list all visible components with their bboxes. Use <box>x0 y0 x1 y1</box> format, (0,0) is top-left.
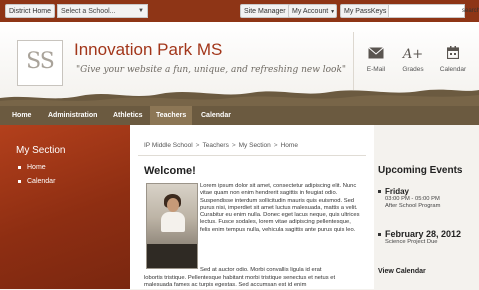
teacher-photo <box>146 183 198 269</box>
district-home-button[interactable]: District Home <box>5 4 56 18</box>
nav-administration[interactable]: Administration <box>48 106 97 125</box>
breadcrumb-current: Home <box>280 142 298 149</box>
nav-teachers[interactable]: Teachers <box>150 106 193 125</box>
nav-calendar[interactable]: Calendar <box>201 106 231 125</box>
decorative-swirl <box>0 89 479 106</box>
school-select-value: Select a School... <box>61 8 116 15</box>
events-panel: Upcoming Events Friday 03:00 PM - 05:00 … <box>374 125 479 289</box>
sidebar-item-label: Home <box>27 164 46 171</box>
breadcrumb-item[interactable]: My Section <box>239 142 271 149</box>
school-logo[interactable]: SS <box>17 40 63 86</box>
grades-link[interactable]: A+ Grades <box>393 46 433 73</box>
school-select[interactable]: Select a School... ▼ <box>57 4 148 18</box>
sidebar-item-calendar[interactable]: Calendar <box>18 178 55 185</box>
search-input[interactable] <box>388 4 465 18</box>
bullet-icon <box>378 233 381 237</box>
breadcrumb: IP Middle School > Teachers > My Section > Hom… <box>144 142 298 149</box>
my-account-label: My Account <box>292 8 329 15</box>
nav-athletics[interactable]: Athletics <box>113 106 143 125</box>
mail-icon <box>356 46 396 64</box>
main-content: IP Middle School > Teachers > My Section > Hom… <box>130 125 374 289</box>
top-utility-bar: District Home Select a School... ▼ Site … <box>0 0 479 22</box>
chevron-down-icon: ▼ <box>330 9 336 15</box>
sidebar-item-label: Calendar <box>27 178 56 185</box>
divider <box>138 155 366 156</box>
sidebar-title: My Section <box>16 145 66 156</box>
page-heading: Welcome! <box>144 165 196 177</box>
grades-icon: A+ <box>402 47 424 62</box>
breadcrumb-separator: > <box>273 142 278 149</box>
site-header: SS Innovation Park MS "Give your website… <box>0 22 479 106</box>
photo-detail <box>167 198 179 212</box>
events-title: Upcoming Events <box>378 165 463 176</box>
main-nav: Home Administration Athletics Teachers C… <box>0 106 479 125</box>
school-name[interactable]: Innovation Park MS <box>74 40 222 60</box>
search-button[interactable]: search <box>462 4 479 18</box>
bullet-icon <box>378 190 381 194</box>
welcome-paragraph-2-start: Sed at auctor odio. Morbi convallis ligu… <box>200 267 322 273</box>
event-heading: Friday <box>378 187 478 196</box>
event-name: After School Program <box>385 203 441 209</box>
tagline: "Give your website a fun, unique, and re… <box>76 65 347 75</box>
breadcrumb-item[interactable]: IP Middle School <box>144 142 193 149</box>
event-time: 03:00 PM - 05:00 PM <box>385 196 440 202</box>
calendar-label: Calendar <box>439 66 467 73</box>
event-item[interactable]: Friday 03:00 PM - 05:00 PM After School … <box>378 187 478 210</box>
nav-home[interactable]: Home <box>12 106 31 125</box>
bullet-icon <box>18 179 21 183</box>
logo-initials: SS <box>26 49 55 74</box>
view-calendar-link[interactable]: View Calendar <box>378 268 426 275</box>
bullet-icon <box>18 165 21 169</box>
section-sidebar: My Section Home Calendar <box>0 125 130 289</box>
welcome-paragraph-2: lobortis tristique. Pellentesque habitan… <box>144 275 336 289</box>
breadcrumb-separator: > <box>195 142 200 149</box>
photo-detail <box>147 244 197 268</box>
welcome-paragraph: Lorem ipsum dolor sit amet, consectetur … <box>200 183 360 233</box>
breadcrumb-item[interactable]: Teachers <box>202 142 228 149</box>
header-divider <box>353 32 354 90</box>
email-label: E-Mail <box>366 66 386 73</box>
photo-detail <box>161 212 185 232</box>
my-passkeys-button[interactable]: My PassKeys <box>340 4 391 18</box>
my-account-button[interactable]: My Account ▼ <box>288 4 337 18</box>
grades-label: Grades <box>402 66 424 73</box>
email-link[interactable]: E-Mail <box>356 46 396 73</box>
site-manager-button[interactable]: Site Manager <box>240 4 290 18</box>
calendar-icon <box>433 46 473 64</box>
calendar-link[interactable]: Calendar <box>433 46 473 73</box>
chevron-down-icon: ▼ <box>138 8 144 14</box>
event-item[interactable]: February 28, 2012 Science Project Due <box>378 229 478 246</box>
event-name: Science Project Due <box>385 239 438 245</box>
event-heading: February 28, 2012 <box>378 229 478 239</box>
sidebar-item-home[interactable]: Home <box>18 164 46 171</box>
breadcrumb-separator: > <box>231 142 236 149</box>
